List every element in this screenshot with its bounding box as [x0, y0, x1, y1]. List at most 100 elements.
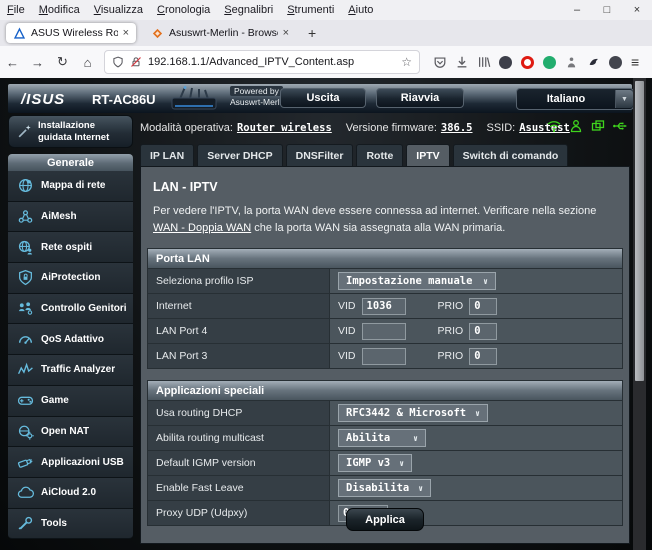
menu-file[interactable]: File: [0, 4, 32, 16]
home-icon[interactable]: ⌂: [75, 55, 100, 70]
tab-rotte[interactable]: Rotte: [356, 144, 403, 167]
tab-switch-di-comando[interactable]: Switch di comando: [453, 144, 569, 167]
wrench-icon: [16, 514, 34, 532]
person-extension-icon[interactable]: [564, 55, 579, 70]
select-arrow-icon: ∨: [413, 434, 418, 443]
pocket-icon[interactable]: [432, 55, 447, 70]
scrollbar-thumb[interactable]: [635, 81, 644, 381]
url-text: 192.168.1.1/Advanced_IPTV_Content.asp: [148, 56, 397, 68]
multicast-routing-select[interactable]: Abilita ∨: [338, 429, 426, 447]
window-maximize-button[interactable]: □: [592, 0, 622, 20]
sidebar-item-aimesh[interactable]: AiMesh: [8, 202, 133, 233]
menu-visualizza[interactable]: Visualizza: [87, 4, 150, 16]
dark-circle-extension-icon[interactable]: [608, 55, 623, 70]
sidebar-item-game[interactable]: Game: [8, 386, 133, 417]
internet-prio-input[interactable]: [469, 298, 497, 315]
devices-icon[interactable]: [590, 118, 606, 134]
igmp-version-select[interactable]: IGMP v3 ∨: [338, 454, 412, 472]
lan4-vid-input[interactable]: [362, 323, 406, 340]
reload-icon[interactable]: ↻: [50, 54, 75, 70]
sidebar-item-aiprotection[interactable]: AiProtection: [8, 263, 133, 294]
new-tab-button[interactable]: +: [308, 25, 316, 41]
tab-close-icon[interactable]: ×: [283, 27, 289, 39]
guest-network-icon: [16, 238, 34, 256]
sidebar-item-mappa-di-rete[interactable]: Mappa di rete: [8, 171, 133, 202]
sidebar-item-rete-ospiti[interactable]: Rete ospiti: [8, 232, 133, 263]
logout-button[interactable]: Uscita: [280, 88, 366, 108]
tab-close-icon[interactable]: ×: [123, 27, 129, 39]
iptv-panel: LAN - IPTV Per vedere l'IPTV, la porta W…: [140, 166, 630, 544]
porta-lan-table: Porta LAN Seleziona profilo ISP Impostaz…: [147, 248, 623, 369]
fast-leave-select[interactable]: Disabilita ∨: [338, 479, 431, 497]
back-icon[interactable]: ←: [0, 55, 25, 70]
sidebar-item-controllo-genitori[interactable]: Controllo Genitori: [8, 294, 133, 325]
menu-cronologia[interactable]: Cronologia: [150, 4, 217, 16]
sidebar-section-generale: Generale: [8, 154, 133, 171]
gauge-icon: [16, 330, 34, 348]
tab-server-dhcp[interactable]: Server DHCP: [197, 144, 282, 167]
window-close-button[interactable]: ×: [622, 0, 652, 20]
lan3-vid-input[interactable]: [362, 348, 406, 365]
quick-setup-button[interactable]: Installazione guidata Internet: [8, 115, 133, 148]
menu-strumenti[interactable]: Strumenti: [280, 4, 341, 16]
lan3-prio-input[interactable]: [469, 348, 497, 365]
library-icon[interactable]: [476, 55, 491, 70]
menu-hamburger-icon[interactable]: ≡: [631, 54, 639, 70]
tab-ip-lan[interactable]: IP LAN: [140, 144, 194, 167]
menu-bar: File Modifica Visualizza Cronologia Segn…: [0, 0, 652, 20]
table-row: LAN Port 4 VID PRIO: [148, 319, 622, 344]
window-minimize-button[interactable]: –: [562, 0, 592, 20]
select-arrow-icon: ∨: [418, 484, 423, 493]
sidebar-item-open-nat[interactable]: Open NAT: [8, 417, 133, 448]
menu-aiuto[interactable]: Aiuto: [341, 4, 380, 16]
page-scrollbar[interactable]: [633, 78, 646, 550]
forward-icon[interactable]: →: [25, 55, 50, 70]
dark-bird-extension-icon[interactable]: [586, 55, 601, 70]
extension-dark-circle-icon[interactable]: [498, 55, 513, 70]
select-arrow-icon: ∨: [399, 459, 404, 468]
tab-asus-router[interactable]: ASUS Wireless Router RT-AC86U ×: [6, 23, 136, 43]
apply-button[interactable]: Applica: [346, 508, 424, 531]
usb-status-icon[interactable]: [612, 118, 628, 134]
tab-bar: ASUS Wireless Router RT-AC86U × Asuswrt-…: [0, 20, 652, 46]
table-row: Enable Fast Leave Disabilita ∨: [148, 476, 622, 501]
tab-iptv[interactable]: IPTV: [406, 144, 449, 167]
insecure-lock-icon[interactable]: [130, 56, 142, 68]
lan-tabs: IP LAN Server DHCP DNSFilter Rotte IPTV …: [140, 144, 630, 166]
dual-wan-link[interactable]: WAN - Doppia WAN: [153, 222, 251, 234]
page-description: Per vedere l'IPTV, la porta WAN deve ess…: [153, 203, 617, 237]
red-ring-extension-icon[interactable]: [520, 55, 535, 70]
dhcp-routing-select[interactable]: RFC3442 & Microsoft ∨: [338, 404, 488, 422]
isp-profile-select[interactable]: Impostazione manuale ∨: [338, 272, 496, 290]
url-input[interactable]: 192.168.1.1/Advanced_IPTV_Content.asp ☆: [104, 50, 420, 74]
sidebar-item-aicloud[interactable]: AiCloud 2.0: [8, 478, 133, 509]
dropdown-arrow-icon: ▼: [615, 90, 633, 108]
language-select[interactable]: Italiano ▼: [516, 88, 634, 110]
table-row: LAN Port 3 VID PRIO: [148, 344, 622, 368]
status-info-bar: Modalità operativa: Router wireless Vers…: [140, 116, 632, 140]
internet-vid-input[interactable]: [362, 298, 406, 315]
tab-dnsfilter[interactable]: DNSFilter: [286, 144, 354, 167]
toolbar-extensions: [432, 55, 623, 70]
tracking-shield-icon[interactable]: [112, 56, 124, 68]
globe-gear-icon: [16, 422, 34, 440]
tab-asuswrt-merlin[interactable]: Asuswrt-Merlin - Browse /RT-A ×: [144, 23, 296, 43]
sidebar-item-applicazioni-usb[interactable]: Applicazioni USB: [8, 447, 133, 478]
client-icon[interactable]: [568, 118, 584, 134]
green-extension-icon[interactable]: [542, 55, 557, 70]
bookmark-star-icon[interactable]: ☆: [401, 55, 412, 69]
sidebar-item-tools[interactable]: Tools: [8, 509, 133, 540]
browser-window: File Modifica Visualizza Cronologia Segn…: [0, 0, 652, 550]
reboot-button[interactable]: Riavvia: [376, 88, 464, 108]
main-content: IP LAN Server DHCP DNSFilter Rotte IPTV …: [140, 144, 630, 544]
sidebar-item-traffic-analyzer[interactable]: Traffic Analyzer: [8, 355, 133, 386]
downloads-icon[interactable]: [454, 55, 469, 70]
lan4-prio-input[interactable]: [469, 323, 497, 340]
wifi-icon[interactable]: [546, 118, 562, 134]
firmware-link[interactable]: 386.5: [441, 122, 473, 134]
menu-segnalibri[interactable]: Segnalibri: [217, 4, 280, 16]
table-row: Internet VID PRIO: [148, 294, 622, 319]
menu-modifica[interactable]: Modifica: [32, 4, 87, 16]
sidebar-item-qos-adattivo[interactable]: QoS Adattivo: [8, 324, 133, 355]
mode-link[interactable]: Router wireless: [237, 122, 332, 134]
